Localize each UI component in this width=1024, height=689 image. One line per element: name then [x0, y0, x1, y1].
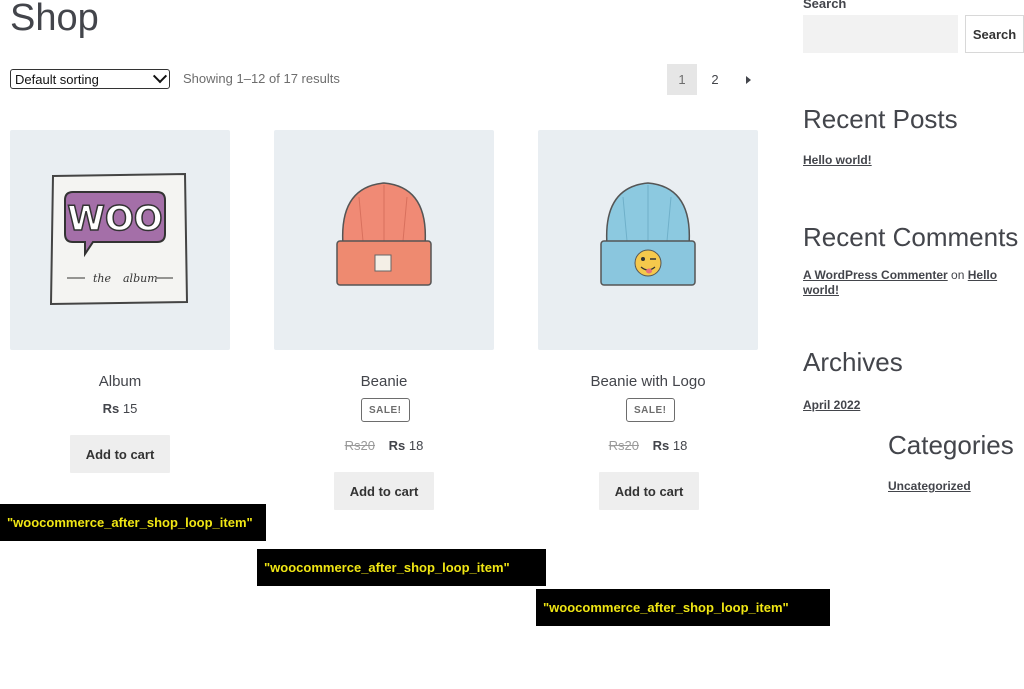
old-price-value: 20: [624, 438, 639, 453]
arrow-right-icon: [745, 75, 751, 84]
next-page-button[interactable]: [733, 64, 763, 95]
add-to-cart-album-button[interactable]: Add to cart: [70, 435, 170, 473]
chevron-down-icon: [152, 69, 168, 84]
recent-posts-title: Recent Posts: [803, 104, 958, 134]
currency-symbol: Rs: [344, 438, 361, 453]
search-input[interactable]: [803, 15, 958, 53]
comment-on-text: on: [951, 268, 965, 282]
price-value: 18: [408, 438, 424, 453]
svg-text:album: album: [123, 272, 158, 285]
add-to-cart-beanie-with-logo-button[interactable]: Add to cart: [599, 472, 699, 510]
recent-comment-item: A WordPress Commenter on Hello world!: [803, 268, 1013, 298]
currency-symbol: Rs: [102, 401, 120, 416]
hook-label: "woocommerce_after_shop_loop_item": [0, 504, 266, 541]
comment-author-link[interactable]: A WordPress Commenter: [803, 268, 948, 282]
sort-selected-value: Default sorting: [15, 71, 99, 87]
page-title: Shop: [10, 0, 99, 39]
product-title-beanie[interactable]: Beanie: [274, 373, 494, 390]
product-price-beanie: Rs20 Rs 18: [274, 438, 494, 453]
sort-select[interactable]: Default sorting: [10, 69, 170, 89]
old-price: Rs20: [345, 438, 375, 453]
beanie-illustration: [336, 182, 432, 286]
add-to-cart-beanie-button[interactable]: Add to cart: [334, 472, 434, 510]
old-price: Rs20: [609, 438, 639, 453]
product-title-album[interactable]: Album: [10, 373, 230, 390]
search-button[interactable]: Search: [965, 15, 1024, 53]
sale-badge: SALE!: [626, 398, 675, 422]
product-price-beanie-with-logo: Rs20 Rs 18: [538, 438, 758, 453]
price-value: 15: [122, 401, 138, 416]
svg-text:WOO: WOO: [67, 199, 162, 239]
hook-label: "woocommerce_after_shop_loop_item": [257, 549, 546, 586]
currency-symbol: Rs: [388, 438, 406, 453]
product-image-beanie[interactable]: [274, 130, 494, 350]
product-image-album[interactable]: WOO the album: [10, 130, 230, 350]
result-count: Showing 1–12 of 17 results: [183, 71, 340, 86]
currency-symbol: Rs: [608, 438, 625, 453]
page-2-link[interactable]: 2: [700, 64, 730, 95]
product-image-beanie-with-logo[interactable]: [538, 130, 758, 350]
hook-label: "woocommerce_after_shop_loop_item": [536, 589, 830, 626]
categories-title: Categories: [888, 430, 1014, 460]
pagination: 1 2: [667, 64, 763, 95]
sale-badge: SALE!: [361, 398, 410, 422]
recent-post-link[interactable]: Hello world!: [803, 153, 872, 167]
page-1-current: 1: [667, 64, 697, 95]
archive-link[interactable]: April 2022: [803, 398, 860, 412]
archives-title: Archives: [803, 347, 903, 377]
category-link[interactable]: Uncategorized: [888, 479, 971, 493]
search-label: Search: [803, 0, 847, 11]
woo-album-illustration: WOO the album: [49, 172, 189, 306]
recent-comments-title: Recent Comments: [803, 222, 1019, 252]
product-price-album: Rs 15: [10, 401, 230, 416]
product-title-beanie-with-logo[interactable]: Beanie with Logo: [538, 373, 758, 390]
old-price-value: 20: [360, 438, 375, 453]
currency-symbol: Rs: [652, 438, 670, 453]
svg-text:the: the: [93, 272, 112, 285]
price-value: 18: [672, 438, 688, 453]
beanie-with-logo-illustration: [600, 182, 696, 286]
